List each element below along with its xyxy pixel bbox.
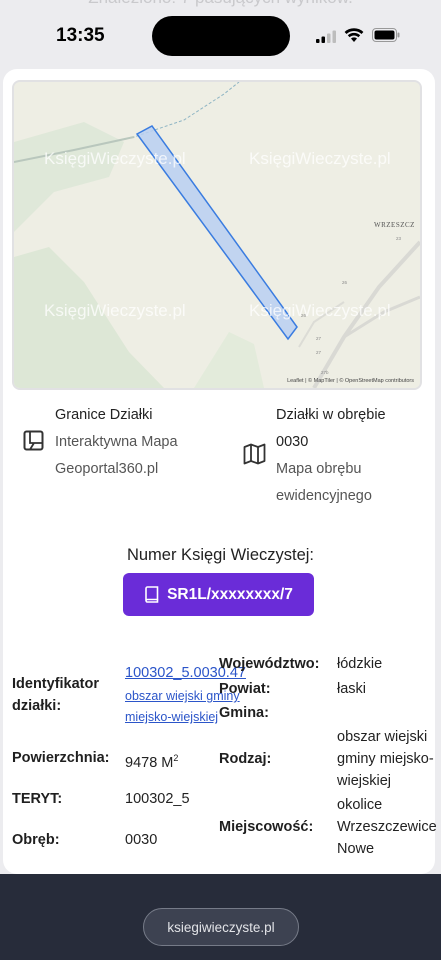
status-bar: 13:35 bbox=[0, 0, 441, 70]
commune-label: Gmina: bbox=[219, 705, 269, 721]
locality-value-1: okolice bbox=[337, 797, 383, 813]
land-register-button[interactable]: SR1L/xxxxxxxx/7 bbox=[123, 573, 314, 616]
teryt-value: 100302_5 bbox=[125, 791, 190, 807]
precinct-line2: ewidencyjnego bbox=[276, 488, 372, 504]
voivodeship-value: łódzkie bbox=[337, 656, 383, 672]
locality-value-2: Wrzeszczewice bbox=[337, 819, 437, 835]
precinct-line1: Mapa obrębu bbox=[276, 461, 362, 477]
boundaries-line2: Geoportal360.pl bbox=[55, 461, 159, 477]
site-url-pill[interactable]: ksiegiwieczyste.pl bbox=[143, 908, 299, 946]
type-value-1: obszar wiejski bbox=[337, 729, 428, 745]
house-number: 26 bbox=[301, 313, 307, 318]
type-value-3: wiejskiej bbox=[337, 773, 391, 789]
type-label: Rodzaj: bbox=[219, 751, 272, 767]
map-watermark: KsięgiWieczyste.pl bbox=[44, 301, 186, 320]
land-register-number: SR1L/xxxxxxxx/7 bbox=[167, 585, 293, 603]
area-label: Powierzchnia: bbox=[12, 750, 110, 766]
clock: 13:35 bbox=[56, 25, 105, 46]
area-unit-sup: 2 bbox=[173, 753, 179, 763]
parcel-type-link-2[interactable]: miejsko-wiejskiej bbox=[125, 707, 218, 727]
area-value: 9478 M2 bbox=[125, 747, 178, 774]
boundaries-line1: Interaktywna Mapa bbox=[55, 434, 178, 450]
map-attribution[interactable]: Leaflet | © MapTiler | © OpenStreetMap c… bbox=[287, 378, 414, 384]
map-fold-icon[interactable] bbox=[243, 443, 266, 465]
parcel-id-label-2: działki: bbox=[12, 698, 62, 714]
county-value: łaski bbox=[337, 681, 367, 697]
locality-value-3: Nowe bbox=[337, 841, 375, 857]
parcel-map[interactable]: KsięgiWieczyste.pl KsięgiWieczyste.pl Ks… bbox=[12, 80, 422, 390]
house-number: 27 bbox=[316, 350, 322, 355]
house-number: 23 bbox=[396, 236, 402, 241]
map-area-icon[interactable] bbox=[23, 430, 44, 451]
locality-label: Miejscowość: bbox=[219, 819, 314, 835]
house-number: 26 bbox=[342, 280, 348, 285]
map-watermark: KsięgiWieczyste.pl bbox=[44, 149, 186, 168]
map-watermark: KsięgiWieczyste.pl bbox=[249, 149, 391, 168]
teryt-label: TERYT: bbox=[12, 791, 63, 807]
area-number: 9478 M bbox=[125, 754, 174, 771]
precinct-value: 0030 bbox=[125, 832, 158, 848]
precinct-link[interactable]: Działki w obrębie 0030 Mapa obrębu ewide… bbox=[276, 402, 386, 510]
land-register-label: Numer Księgi Wieczystej: bbox=[126, 546, 315, 564]
voivodeship-label: Województwo: bbox=[219, 656, 320, 672]
house-number: 27b bbox=[321, 370, 329, 375]
precinct-title: Działki w obrębie bbox=[276, 407, 386, 423]
county-label: Powiat: bbox=[219, 681, 271, 697]
cellular-signal-icon bbox=[316, 30, 336, 43]
map-watermark: KsięgiWieczyste.pl bbox=[249, 301, 391, 320]
wifi-icon bbox=[344, 28, 364, 42]
parcel-id-label: Identyfikator bbox=[12, 676, 100, 692]
type-value-2: gminy miejsko- bbox=[337, 751, 434, 767]
battery-icon bbox=[372, 28, 400, 42]
book-icon bbox=[145, 586, 159, 603]
map-canvas: KsięgiWieczyste.pl KsięgiWieczyste.pl Ks… bbox=[14, 82, 420, 388]
boundaries-link[interactable]: Granice Działki Interaktywna Mapa Geopor… bbox=[55, 402, 178, 483]
precinct-number: 0030 bbox=[276, 434, 309, 450]
boundaries-title: Granice Działki bbox=[55, 407, 153, 423]
precinct-label: Obręb: bbox=[12, 832, 60, 848]
map-place-label: WRZESZCZ bbox=[374, 221, 415, 229]
dynamic-island bbox=[152, 16, 290, 56]
house-number: 27 bbox=[316, 336, 322, 341]
